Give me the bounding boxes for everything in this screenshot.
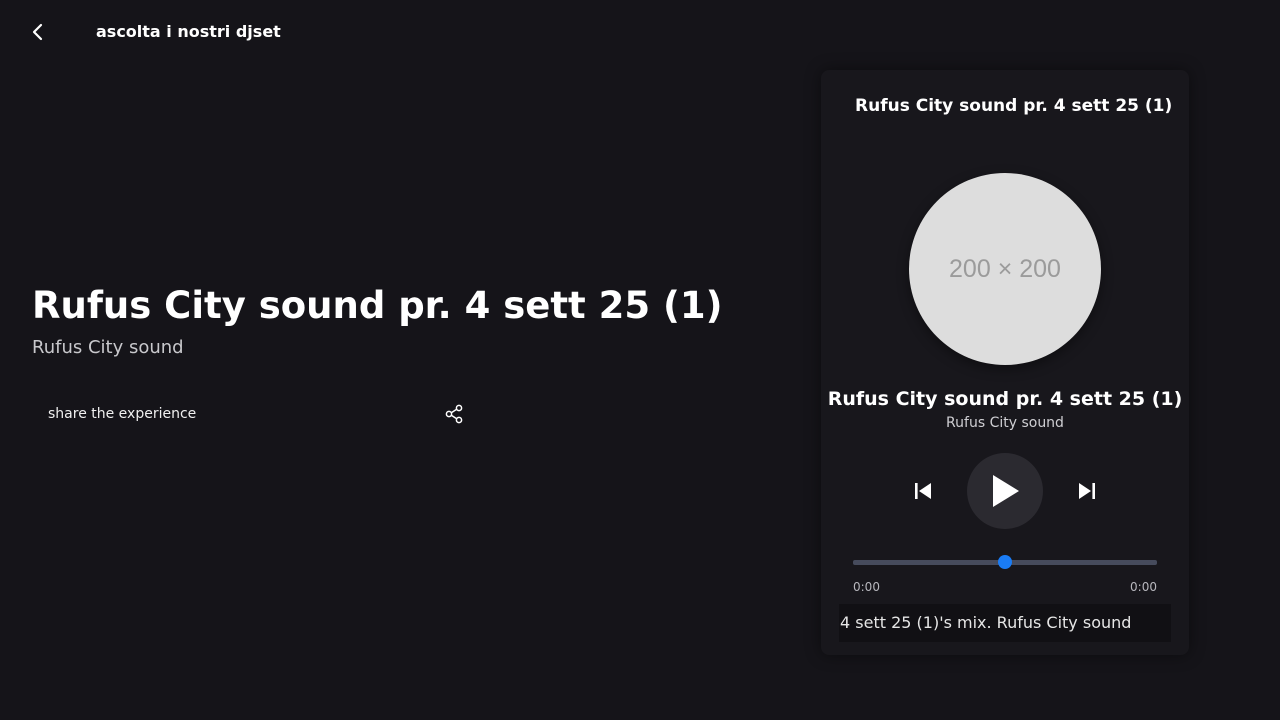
progress-slider-handle[interactable] <box>998 555 1012 569</box>
album-cover: 200 × 200 <box>909 173 1101 365</box>
share-icon[interactable] <box>442 402 466 426</box>
audio-player-card: Rufus City sound pr. 4 sett 25 (1) 200 ×… <box>821 70 1189 655</box>
back-button[interactable] <box>24 18 52 46</box>
total-time: 0:00 <box>1130 580 1157 594</box>
play-button[interactable] <box>967 453 1043 529</box>
skip-next-icon <box>1079 483 1095 499</box>
track-description-marquee: 4 sett 25 (1)'s mix. Rufus City sound <box>839 604 1171 642</box>
skip-previous-icon <box>915 483 931 499</box>
hero-artist: Rufus City sound <box>32 337 184 358</box>
share-label: share the experience <box>48 406 197 422</box>
chevron-left-icon <box>32 23 43 41</box>
share-button[interactable]: share the experience <box>32 396 472 432</box>
play-icon <box>993 475 1019 507</box>
track-title: Rufus City sound pr. 4 sett 25 (1) <box>827 388 1183 410</box>
marquee-text: 4 sett 25 (1)'s mix. Rufus City sound <box>840 613 1132 632</box>
track-artist: Rufus City sound <box>946 415 1064 431</box>
current-time: 0:00 <box>853 580 880 594</box>
previous-track-button[interactable] <box>909 477 937 505</box>
hero-title: Rufus City sound pr. 4 sett 25 (1) <box>32 284 723 327</box>
player-header-title: Rufus City sound pr. 4 sett 25 (1) <box>855 96 1173 116</box>
cover-placeholder-text: 200 × 200 <box>949 254 1061 283</box>
next-track-button[interactable] <box>1073 477 1101 505</box>
progress-slider[interactable] <box>853 555 1157 569</box>
page-title: ascolta i nostri djset <box>96 22 281 41</box>
top-bar: ascolta i nostri djset <box>0 0 1280 64</box>
